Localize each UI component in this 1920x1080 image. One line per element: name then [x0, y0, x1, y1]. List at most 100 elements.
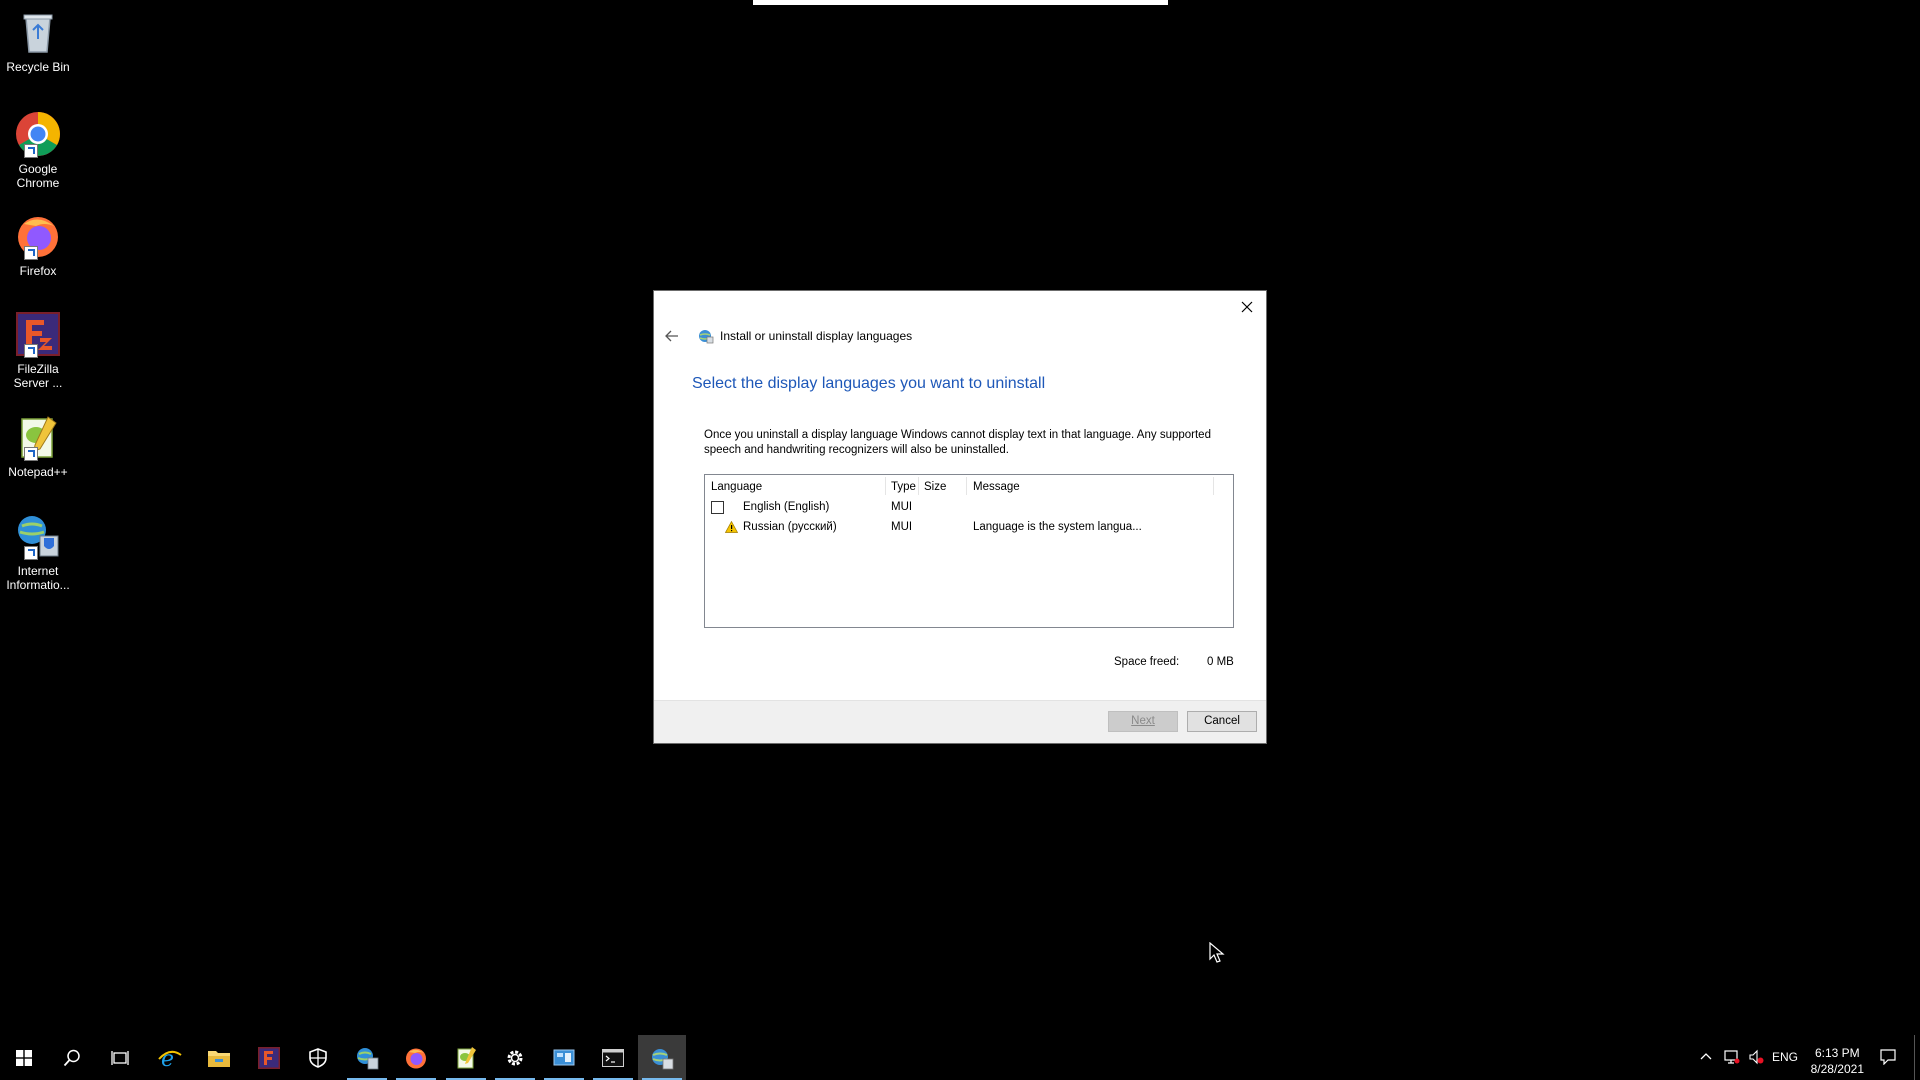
shortcut-arrow-icon: [24, 344, 38, 358]
file-explorer-button[interactable]: [195, 1035, 243, 1080]
firefox-icon: [406, 1048, 426, 1068]
close-icon: [1241, 301, 1253, 313]
column-header-type[interactable]: Type: [891, 481, 916, 493]
command-prompt-button[interactable]: [589, 1035, 637, 1080]
message-cell: Language is the system langua...: [973, 521, 1142, 533]
column-divider[interactable]: [1213, 477, 1214, 495]
iis-button[interactable]: [343, 1035, 391, 1080]
dialog-nav-row: Install or uninstall display languages: [662, 326, 912, 346]
language-icon: [699, 330, 714, 344]
control-panel-icon: [553, 1049, 575, 1065]
svg-text:e: e: [161, 1047, 174, 1071]
language-list[interactable]: Language Type Size Message English (Engl…: [704, 474, 1234, 628]
notepad-plus-plus-button[interactable]: [442, 1035, 490, 1080]
clock-date: 8/28/2021: [1810, 1062, 1864, 1076]
description-text: Once you uninstall a display language Wi…: [704, 429, 1211, 456]
column-header-size[interactable]: Size: [924, 481, 946, 493]
notification-icon: [1880, 1049, 1896, 1065]
language-dialog-button[interactable]: [638, 1035, 686, 1080]
desktop-icon-label: Recycle Bin: [6, 60, 70, 74]
next-button[interactable]: Next: [1108, 711, 1178, 732]
shortcut-arrow-icon: [24, 447, 38, 461]
type-cell: MUI: [891, 501, 913, 513]
display-languages-dialog: Install or uninstall display languages S…: [653, 290, 1267, 744]
start-button[interactable]: [0, 1035, 48, 1080]
folder-icon: [208, 1050, 230, 1067]
space-freed-label: Space freed:: [1114, 656, 1180, 668]
desktop-icon-label: Google Chrome: [16, 162, 60, 190]
language-icon: [652, 1048, 674, 1069]
cancel-button[interactable]: Cancel: [1187, 711, 1257, 732]
windows-icon: [16, 1049, 32, 1066]
list-header: Language Type Size Message: [705, 475, 1233, 497]
control-panel-button[interactable]: [540, 1035, 588, 1080]
filezilla-button[interactable]: [245, 1035, 293, 1080]
partial-window-edge: [753, 0, 1168, 5]
recycle-bin-icon: [14, 8, 62, 56]
input-language-indicator[interactable]: ENG: [1770, 1035, 1800, 1080]
column-divider[interactable]: [918, 477, 919, 495]
clock[interactable]: 6:13 PM 8/28/2021: [1811, 1045, 1864, 1077]
column-divider[interactable]: [885, 477, 886, 495]
shortcut-arrow-icon: [24, 246, 38, 260]
filezilla-server-icon: [14, 310, 62, 358]
page-title: Select the display languages you want to…: [692, 375, 1046, 392]
desktop-icon-filezilla-server[interactable]: FileZilla Server ...: [2, 310, 74, 390]
search-button[interactable]: [48, 1035, 96, 1080]
notepad-plus-plus-icon: [457, 1046, 476, 1068]
search-icon: [63, 1049, 80, 1066]
volume-muted-icon: [1749, 1049, 1764, 1065]
close-button[interactable]: [1234, 295, 1260, 319]
mouse-cursor-icon: [1209, 942, 1225, 963]
task-view-icon: [111, 1050, 129, 1065]
show-hidden-icons-button[interactable]: [1698, 1035, 1714, 1080]
clock-time: 6:13 PM: [1814, 1046, 1860, 1060]
filezilla-icon: [258, 1046, 280, 1069]
gear-icon: [507, 1050, 523, 1065]
task-view-button[interactable]: [96, 1035, 144, 1080]
iis-manager-icon: [14, 512, 62, 560]
type-cell: MUI: [891, 521, 913, 533]
settings-button[interactable]: [491, 1035, 539, 1080]
desktop-icon-firefox[interactable]: Firefox: [2, 212, 74, 278]
column-divider[interactable]: [966, 477, 967, 495]
desktop-icon-label: Internet Informatio...: [6, 564, 70, 592]
list-row-russian[interactable]: Russian (русский) MUI Language is the sy…: [705, 519, 1233, 537]
desktop-icon-label: Notepad++: [8, 465, 68, 479]
desktop-icon-iis-manager[interactable]: Internet Informatio...: [2, 512, 74, 592]
list-row-english[interactable]: English (English) MUI: [705, 499, 1233, 517]
cmd-icon: [602, 1048, 624, 1067]
volume-tray-button[interactable]: [1746, 1035, 1766, 1080]
chevron-up-icon: [1700, 1053, 1712, 1060]
desktop: Recycle Bin Google Chrome Firefox FileZi…: [0, 0, 1920, 1035]
language-cell: English (English): [743, 501, 830, 513]
ie-icon: e: [158, 1047, 182, 1071]
column-header-message[interactable]: Message: [973, 481, 1020, 493]
desktop-icon-label: FileZilla Server ...: [13, 362, 63, 390]
space-freed-value: 0 MB: [1207, 656, 1234, 668]
dialog-nav-title: Install or uninstall display languages: [720, 329, 913, 343]
shortcut-arrow-icon: [24, 546, 38, 560]
internet-explorer-button[interactable]: e: [146, 1035, 194, 1080]
windows-security-button[interactable]: [294, 1035, 342, 1080]
english-checkbox[interactable]: [711, 501, 724, 514]
column-header-language[interactable]: Language: [711, 481, 762, 493]
shortcut-arrow-icon: [24, 144, 38, 158]
dialog-footer: Next Cancel: [654, 700, 1266, 743]
warning-icon: [725, 521, 738, 533]
iis-icon: [357, 1047, 379, 1069]
desktop-icon-notepad-plus-plus[interactable]: Notepad++: [2, 413, 74, 479]
back-button[interactable]: [662, 326, 682, 346]
desktop-icon-recycle-bin[interactable]: Recycle Bin: [2, 8, 74, 74]
network-tray-button[interactable]: [1722, 1035, 1742, 1080]
shield-icon: [309, 1047, 327, 1068]
firefox-button[interactable]: [392, 1035, 440, 1080]
show-desktop-button[interactable]: [1914, 1035, 1920, 1080]
desktop-icon-chrome[interactable]: Google Chrome: [2, 110, 74, 190]
firefox-icon: [14, 212, 62, 260]
action-center-button[interactable]: [1872, 1035, 1904, 1080]
network-icon: [1724, 1050, 1740, 1064]
back-arrow-icon: [665, 330, 678, 342]
desktop-icon-label: Firefox: [19, 264, 57, 278]
notepad-plus-plus-icon: [14, 413, 62, 461]
